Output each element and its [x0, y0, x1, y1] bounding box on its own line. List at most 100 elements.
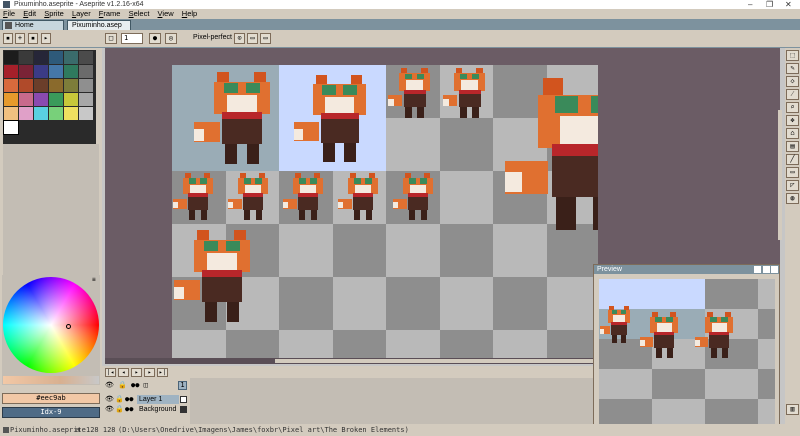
- palette-swatch[interactable]: [64, 93, 78, 106]
- canvas-checker-cell: [172, 330, 226, 359]
- zoom-tool-icon[interactable]: ⌕: [786, 102, 799, 113]
- preview-zoom-icon[interactable]: [763, 266, 770, 273]
- contour-tool-icon[interactable]: ◸: [786, 180, 799, 191]
- palette-swatch[interactable]: [79, 51, 93, 64]
- tab-home[interactable]: Home: [2, 20, 64, 30]
- layer-row[interactable]: 👁 🔒 ●● Layer 1: [105, 395, 187, 404]
- palette-swatch[interactable]: [79, 79, 93, 92]
- palette-swatch[interactable]: [49, 107, 63, 120]
- palette-swatch[interactable]: [64, 79, 78, 92]
- palette-swatch[interactable]: [79, 65, 93, 78]
- menu-edit[interactable]: Edit: [20, 9, 39, 19]
- eraser-tool-icon[interactable]: ◇: [786, 76, 799, 87]
- symmetry-button[interactable]: ⊙: [234, 33, 245, 44]
- menu-frame[interactable]: Frame: [96, 9, 124, 19]
- color-wheel-menu-icon[interactable]: ≡: [92, 277, 98, 283]
- palette-swatch[interactable]: [19, 107, 33, 120]
- tab-sprite[interactable]: Pixuminho.asep: [67, 20, 131, 30]
- ink-button[interactable]: ●: [149, 33, 161, 44]
- layer-lock-icon[interactable]: 🔒: [115, 395, 124, 403]
- preview-close-icon[interactable]: [771, 266, 778, 273]
- cel-indicator[interactable]: [180, 396, 187, 403]
- blur-tool-icon[interactable]: ◍: [786, 193, 799, 204]
- color-wheel[interactable]: [3, 277, 99, 373]
- fill-tool-icon[interactable]: ⌂: [786, 128, 799, 139]
- minimize-button[interactable]: –: [748, 0, 752, 9]
- pencil-tool-icon[interactable]: ✎: [786, 63, 799, 74]
- sprite-canvas[interactable]: [172, 65, 598, 359]
- prev-frame-button[interactable]: ◂: [118, 368, 129, 377]
- close-button[interactable]: ✕: [785, 0, 792, 9]
- next-frame-button[interactable]: ▸: [144, 368, 155, 377]
- palette-swatch[interactable]: [34, 65, 48, 78]
- foreground-color-button[interactable]: #eec9ab: [2, 393, 100, 404]
- palette-menu-button[interactable]: ▸: [41, 33, 51, 44]
- menu-help[interactable]: Help: [179, 9, 200, 19]
- palette-swatch[interactable]: [4, 93, 18, 106]
- palette-swatch[interactable]: [64, 107, 78, 120]
- alpha-slider[interactable]: [3, 376, 99, 384]
- palette-swatch[interactable]: [49, 51, 63, 64]
- palette-swatch[interactable]: [34, 107, 48, 120]
- preview-pin-icon[interactable]: [754, 266, 761, 273]
- pixel-perfect-label[interactable]: Pixel-perfect: [193, 34, 232, 41]
- layout-toggle-icon[interactable]: ▥: [786, 404, 799, 415]
- layer-lock-icon[interactable]: 🔒: [115, 405, 124, 413]
- layer-cel-icon[interactable]: ●●: [125, 395, 133, 403]
- palette-swatch[interactable]: [4, 65, 18, 78]
- maximize-button[interactable]: ❐: [766, 0, 773, 9]
- palette-swatch[interactable]: [3, 120, 19, 135]
- palette-swatch[interactable]: [34, 79, 48, 92]
- palette-swatch[interactable]: [19, 93, 33, 106]
- frame-number-header[interactable]: 1: [178, 381, 187, 390]
- palette-swatch[interactable]: [64, 51, 78, 64]
- layer-row[interactable]: 👁 🔒 ●● Background: [105, 405, 187, 414]
- palette-swatch[interactable]: [79, 93, 93, 106]
- palette-swatch[interactable]: [49, 79, 63, 92]
- move-tool-icon[interactable]: ✥: [786, 115, 799, 126]
- palette-swatch[interactable]: [19, 51, 33, 64]
- palette-swatch[interactable]: [4, 51, 18, 64]
- palette-swatch[interactable]: [4, 79, 18, 92]
- palette-sort-button[interactable]: ▪: [28, 33, 38, 44]
- palette-add-button[interactable]: +: [15, 33, 25, 44]
- eyedropper-tool-icon[interactable]: ⁄: [786, 89, 799, 100]
- preview-canvas[interactable]: [599, 279, 775, 424]
- menu-layer[interactable]: Layer: [69, 9, 94, 19]
- preview-title-bar[interactable]: Preview: [594, 265, 779, 274]
- menu-select[interactable]: Select: [126, 9, 153, 19]
- palette-options-button[interactable]: ▪: [3, 33, 13, 44]
- brush-type-button[interactable]: □: [105, 33, 117, 44]
- first-frame-button[interactable]: |◂: [105, 368, 116, 377]
- palette-swatch[interactable]: [34, 93, 48, 106]
- symmetry-horizontal-button[interactable]: ▭: [247, 33, 258, 44]
- layer-visibility-icon[interactable]: 👁: [105, 395, 114, 403]
- palette-swatch[interactable]: [19, 65, 33, 78]
- rectangle-tool-icon[interactable]: ▭: [786, 167, 799, 178]
- layer-visibility-icon[interactable]: 👁: [105, 405, 114, 413]
- palette-swatch[interactable]: [34, 51, 48, 64]
- palette-swatch[interactable]: [79, 107, 93, 120]
- menu-sprite[interactable]: Sprite: [41, 9, 67, 19]
- opacity-button[interactable]: ◎: [165, 33, 177, 44]
- menu-file[interactable]: File: [0, 9, 18, 19]
- palette-swatch[interactable]: [64, 65, 78, 78]
- cel-indicator[interactable]: [180, 406, 187, 413]
- palette-swatch[interactable]: [49, 65, 63, 78]
- gradient-tool-icon[interactable]: ▤: [786, 141, 799, 152]
- vertical-scrollbar[interactable]: [778, 110, 782, 240]
- symmetry-vertical-button[interactable]: ▭: [260, 33, 271, 44]
- palette-swatch[interactable]: [4, 107, 18, 120]
- background-color-button[interactable]: Idx-9: [2, 407, 100, 418]
- marquee-tool-icon[interactable]: ⬚: [786, 50, 799, 61]
- brush-size-field[interactable]: 1: [121, 33, 143, 44]
- palette-swatch[interactable]: [49, 93, 63, 106]
- layer-name[interactable]: Background: [137, 405, 179, 414]
- layer-name[interactable]: Layer 1: [137, 395, 179, 404]
- menu-view[interactable]: View: [155, 9, 177, 19]
- layer-cel-icon[interactable]: ●●: [125, 405, 133, 413]
- line-tool-icon[interactable]: ╱: [786, 154, 799, 165]
- palette-swatch[interactable]: [19, 79, 33, 92]
- last-frame-button[interactable]: ▸|: [157, 368, 168, 377]
- play-button[interactable]: ▸: [131, 368, 142, 377]
